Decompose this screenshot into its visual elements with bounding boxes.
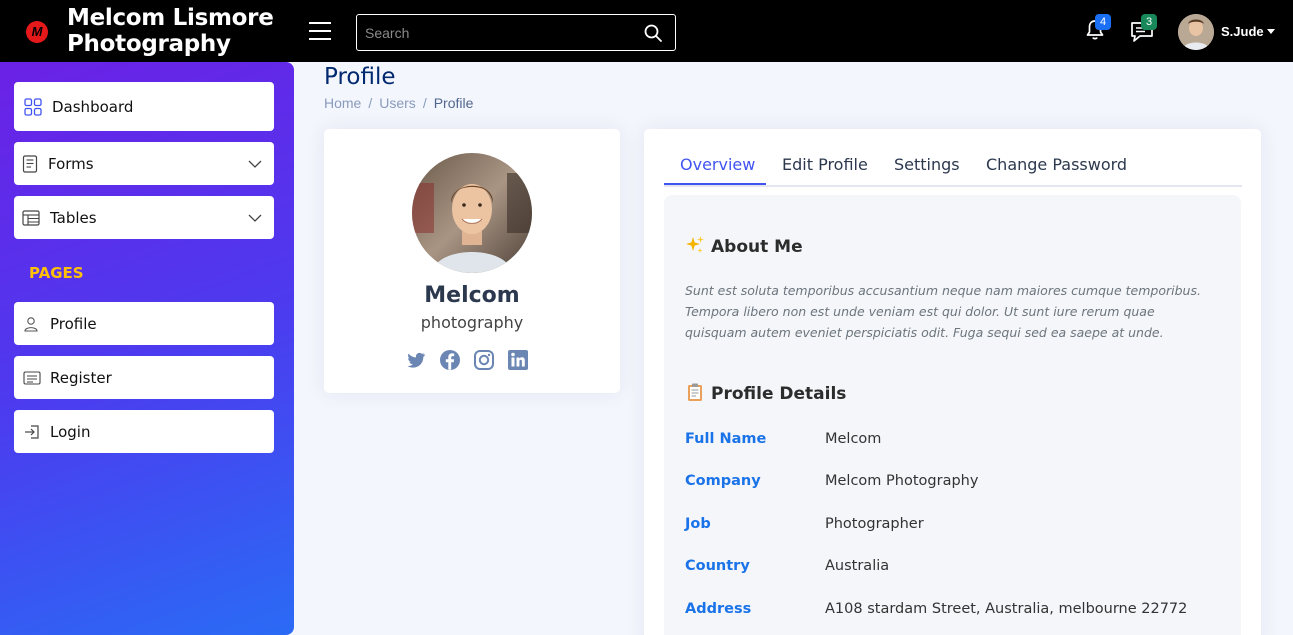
profile-card: Melcom photography <box>324 129 620 393</box>
brand-logo[interactable]: M <box>26 21 48 43</box>
detail-label: Full Name <box>685 431 767 447</box>
detail-value: A108 stardam Street, Australia, melbourn… <box>825 601 1188 617</box>
search-input[interactable] <box>365 23 635 43</box>
sidebar-item-label: Dashboard <box>52 97 134 116</box>
table-icon <box>22 209 40 226</box>
grid-icon <box>24 97 42 116</box>
breadcrumb-users[interactable]: Users <box>379 95 416 111</box>
form-icon <box>22 154 38 173</box>
sidebar: Dashboard Forms Tables PAGES Profile Reg… <box>0 62 294 635</box>
search-bar <box>356 14 676 51</box>
detail-row-company: Company Melcom Photography <box>685 473 1225 495</box>
breadcrumb: Home / Users / Profile <box>324 95 473 111</box>
clipboard-icon <box>685 382 705 404</box>
detail-label: Job <box>685 516 711 532</box>
card-icon <box>23 370 41 385</box>
sparkles-icon <box>685 235 705 257</box>
detail-row-job: Job Photographer <box>685 516 1225 538</box>
sidebar-item-login[interactable]: Login <box>14 410 274 453</box>
detail-value: Australia <box>825 558 890 574</box>
detail-value: Photographer <box>825 516 924 532</box>
person-icon <box>24 316 38 332</box>
detail-label: Address <box>685 601 752 617</box>
breadcrumb-current: Profile <box>433 95 474 111</box>
messages-button[interactable]: 3 <box>1129 14 1157 44</box>
details-heading: Profile Details <box>685 382 846 404</box>
profile-photo <box>412 153 532 273</box>
profile-tabs: Overview Edit Profile Settings Change Pa… <box>664 145 1242 187</box>
tab-overview[interactable]: Overview <box>680 155 755 186</box>
message-count-badge: 3 <box>1141 14 1157 30</box>
detail-label: Country <box>685 558 750 574</box>
search-icon[interactable] <box>643 23 663 43</box>
detail-label: Company <box>685 473 761 489</box>
tab-change-password[interactable]: Change Password <box>986 155 1127 186</box>
notification-count-badge: 4 <box>1095 14 1111 30</box>
linkedin-icon[interactable] <box>507 349 529 371</box>
sidebar-item-label: Profile <box>50 314 97 333</box>
sidebar-item-label: Forms <box>48 154 94 173</box>
tab-settings[interactable]: Settings <box>894 155 960 186</box>
social-links <box>405 349 545 371</box>
page-title: Profile <box>324 64 396 90</box>
sidebar-item-register[interactable]: Register <box>14 356 274 399</box>
details-title: Profile Details <box>711 384 847 404</box>
about-text: Sunt est soluta temporibus accusantium n… <box>685 283 1201 340</box>
profile-name: Melcom <box>424 283 520 308</box>
login-icon <box>25 424 39 439</box>
about-heading: About Me <box>685 235 803 257</box>
notifications-button[interactable]: 4 <box>1083 14 1111 44</box>
detail-row-country: Country Australia <box>685 558 1225 580</box>
profile-detail-card: Overview Edit Profile Settings Change Pa… <box>644 129 1261 635</box>
detail-row-address: Address A108 stardam Street, Australia, … <box>685 601 1225 623</box>
sidebar-item-dashboard[interactable]: Dashboard <box>14 82 274 131</box>
instagram-icon[interactable] <box>473 349 495 371</box>
sidebar-item-label: Register <box>50 368 112 387</box>
sidebar-item-forms[interactable]: Forms <box>14 142 274 185</box>
user-menu[interactable]: S.Jude <box>1221 24 1275 39</box>
user-name: S.Jude <box>1221 24 1264 39</box>
breadcrumb-separator: / <box>368 95 373 111</box>
active-tab-indicator <box>664 183 766 185</box>
user-avatar[interactable] <box>1178 14 1214 50</box>
caret-down-icon <box>1266 29 1275 34</box>
breadcrumb-separator: / <box>422 95 427 111</box>
detail-row-full-name: Full Name Melcom <box>685 431 1225 453</box>
top-navbar: M Melcom Lismore Photography 4 3 <box>0 0 1293 62</box>
profile-subtitle: photography <box>420 313 524 332</box>
menu-toggle-icon[interactable] <box>309 22 331 41</box>
overview-panel: About Me Sunt est soluta temporibus accu… <box>664 195 1241 635</box>
facebook-icon[interactable] <box>439 349 461 371</box>
sidebar-item-label: Login <box>50 422 91 441</box>
tab-edit-profile[interactable]: Edit Profile <box>782 155 868 186</box>
sidebar-section-heading: PAGES <box>29 264 84 282</box>
brand-title[interactable]: Melcom Lismore Photography <box>67 5 287 57</box>
sidebar-item-label: Tables <box>50 208 97 227</box>
sidebar-item-tables[interactable]: Tables <box>14 196 274 239</box>
chevron-down-icon <box>248 160 262 168</box>
detail-value: Melcom Photography <box>825 473 979 489</box>
sidebar-item-profile[interactable]: Profile <box>14 302 274 345</box>
detail-value: Melcom <box>825 431 882 447</box>
twitter-icon[interactable] <box>405 349 427 371</box>
breadcrumb-home[interactable]: Home <box>324 95 361 111</box>
about-title: About Me <box>711 237 803 257</box>
chevron-down-icon <box>248 214 262 222</box>
